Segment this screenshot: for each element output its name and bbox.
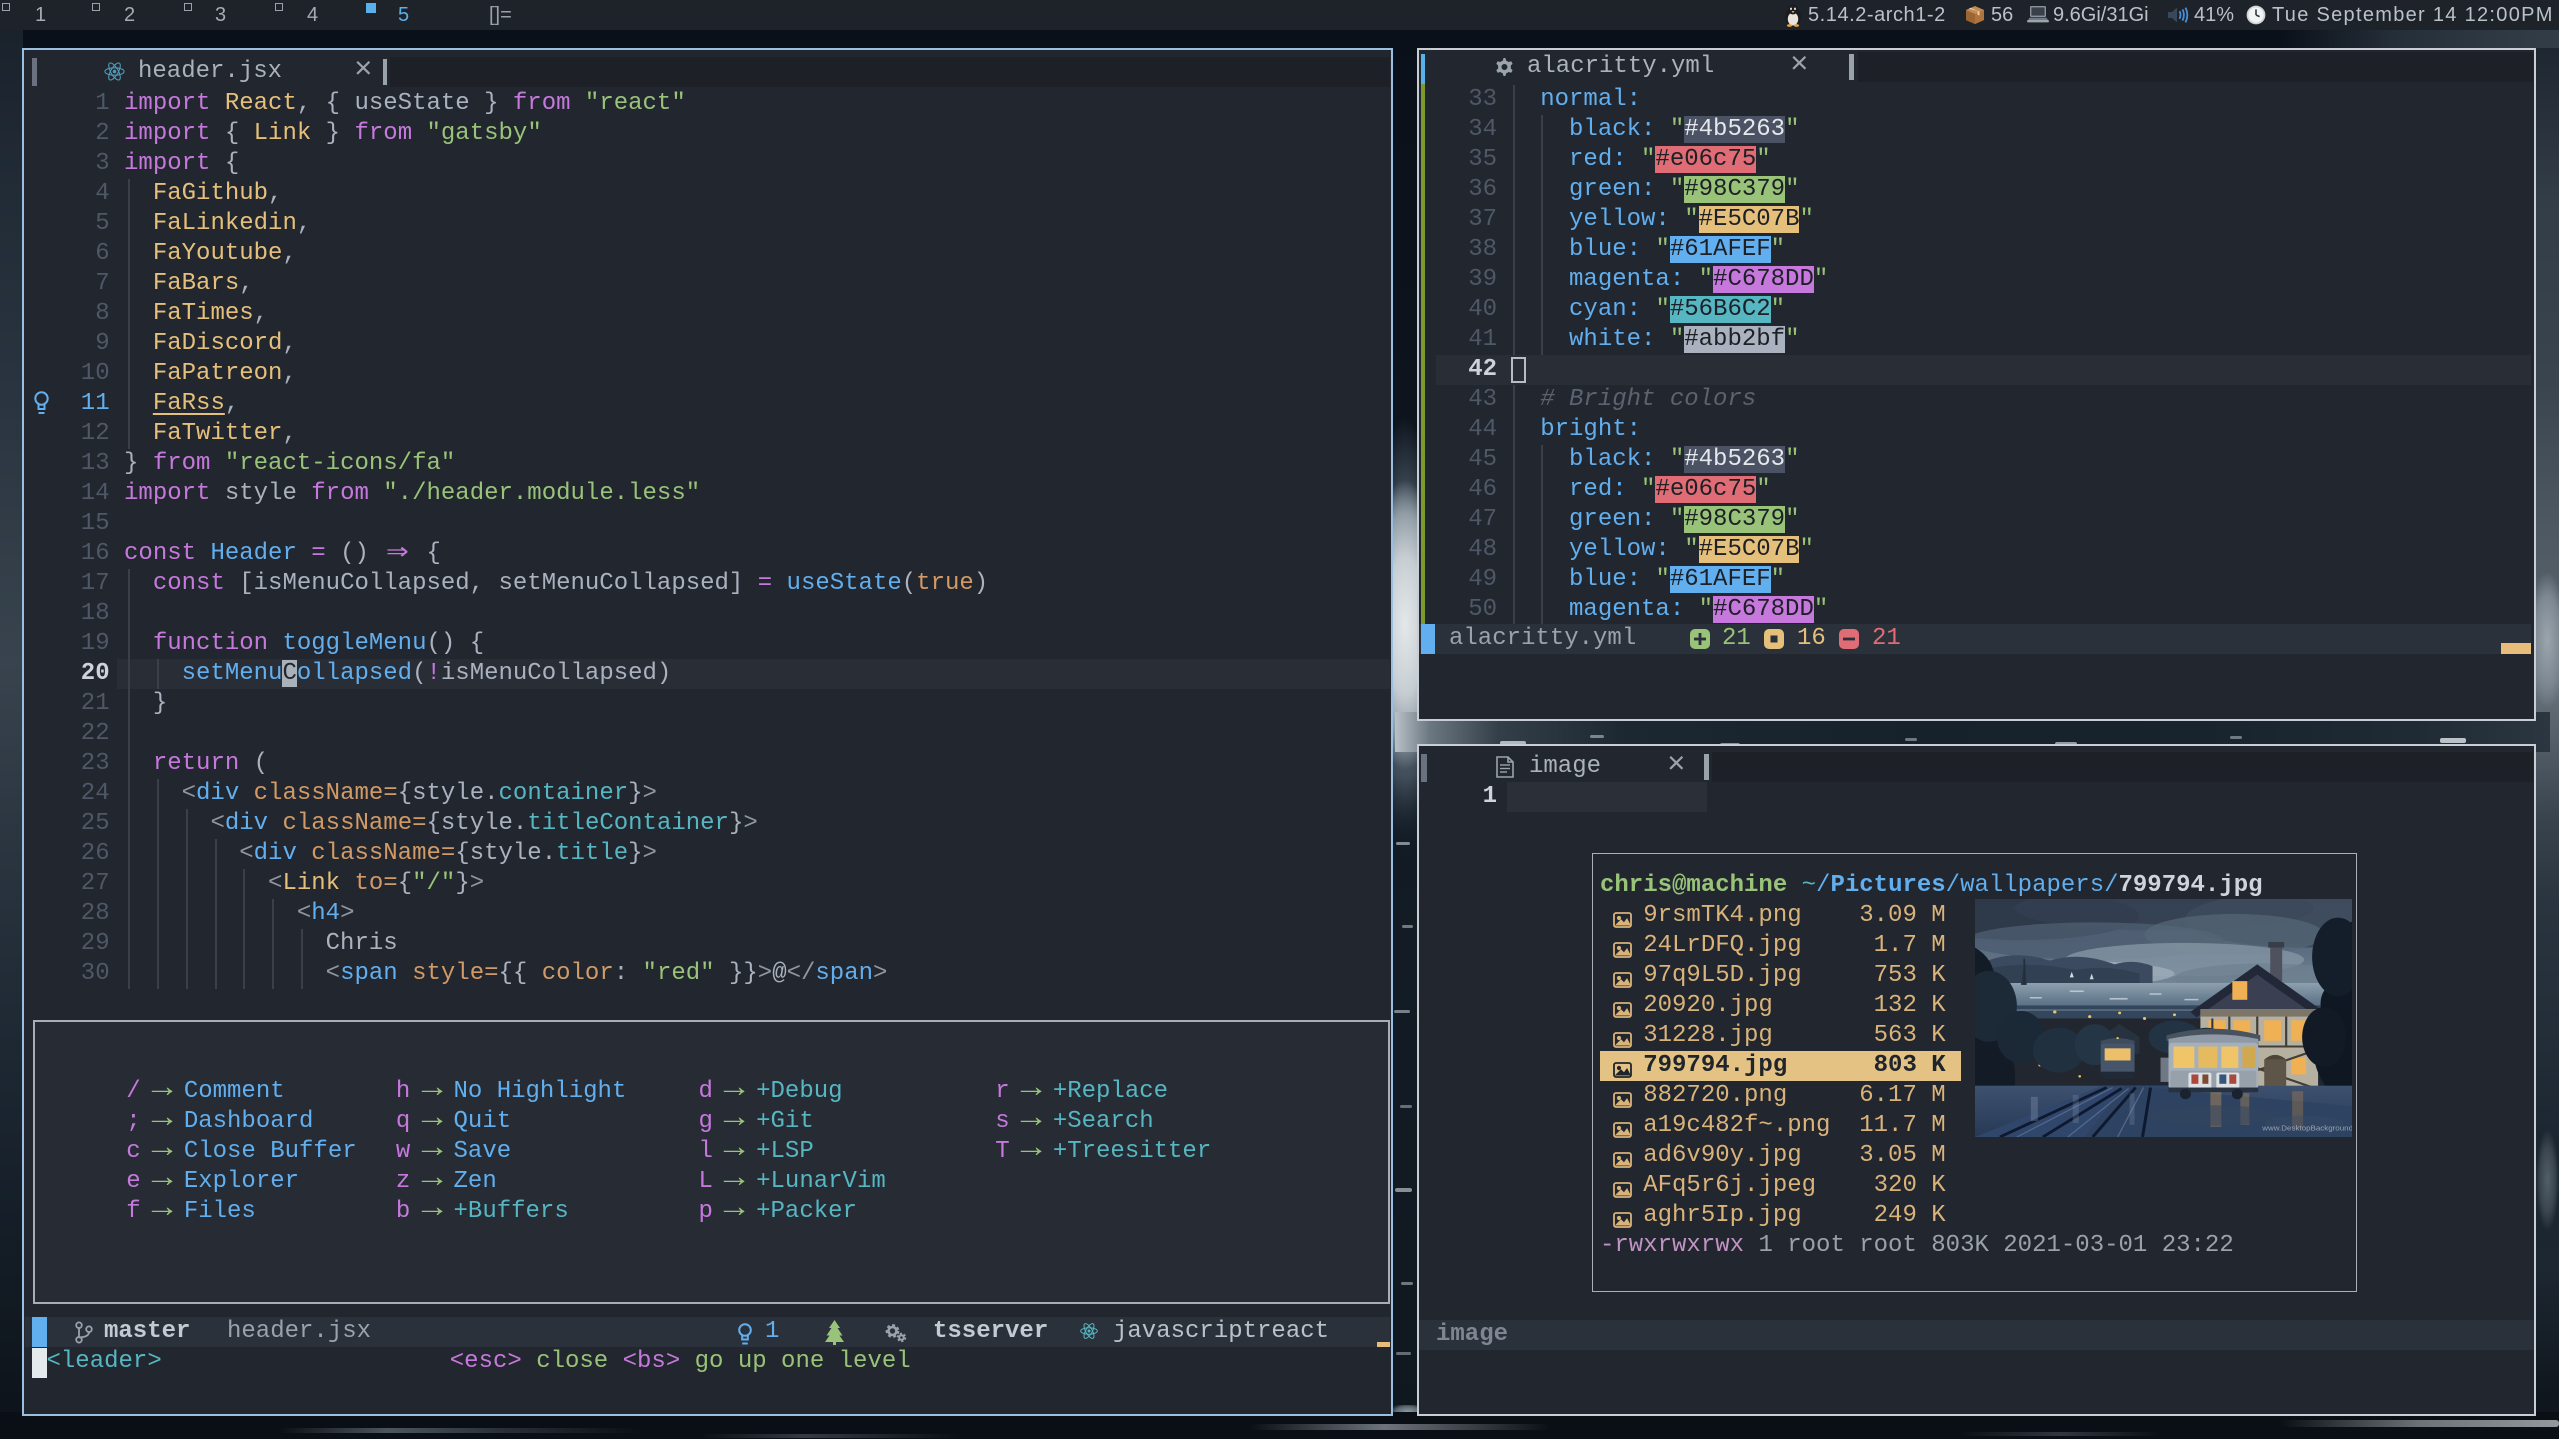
svg-text:www.DesktopBackground.org: www.DesktopBackground.org — [2261, 1124, 2352, 1133]
